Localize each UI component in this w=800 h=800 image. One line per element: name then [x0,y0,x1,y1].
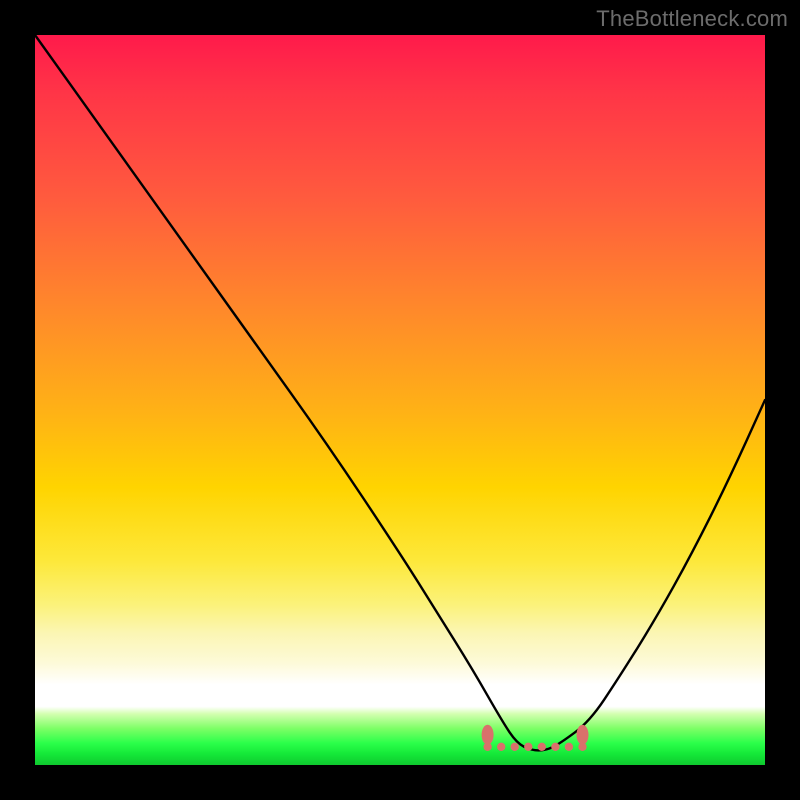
watermark-text: TheBottleneck.com [596,6,788,32]
chart-stage: TheBottleneck.com [0,0,800,800]
chart-background-gradient [35,35,765,765]
